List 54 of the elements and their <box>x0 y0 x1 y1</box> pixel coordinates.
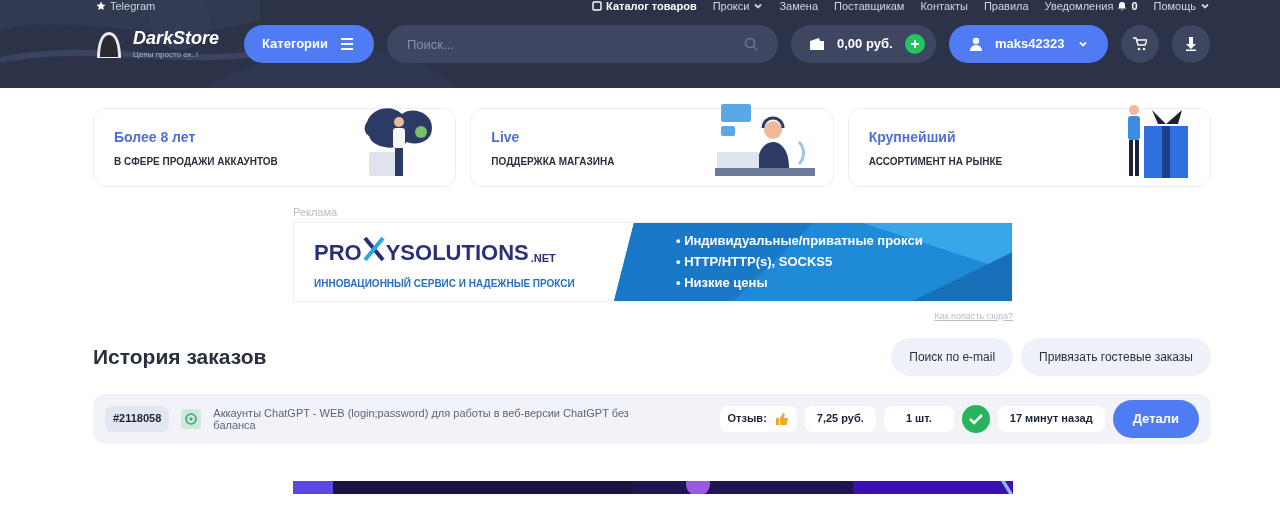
logo-tagline: Цены просто ох..! <box>133 51 200 59</box>
ad-bullet: • HTTP/HTTP(s), SOCKS5 <box>676 253 834 271</box>
openai-logo-icon <box>181 408 202 429</box>
nav-link[interactable]: Поставщикам <box>834 0 905 15</box>
ad-bullet: • Низкие цены <box>676 274 769 292</box>
ad-slogan: ИННОВАЦИОННЫЙ СЕРВИС И НАДЕЖНЫЕ ПРОКСИ <box>314 276 576 291</box>
search-icon <box>744 37 758 51</box>
review-badge[interactable]: Отзыв: <box>719 405 797 432</box>
menu-icon <box>340 38 355 50</box>
star-icon <box>96 1 106 11</box>
order-quantity: 1 шт. <box>883 405 954 432</box>
nav-link[interactable]: Уведомления 0 <box>1044 0 1138 15</box>
feature-subtitle: ПОДДЕРЖКА МАГАЗИНА <box>491 154 615 169</box>
ad-brand: PRO YSOLUTIONS.NET <box>314 233 556 264</box>
header-action-button[interactable]: Поиск по e-mail <box>891 337 1014 376</box>
user-icon <box>969 37 983 51</box>
chevron-down-icon <box>753 1 764 11</box>
ad-label: Реклама <box>293 207 339 218</box>
nav-link[interactable]: Каталог товаров <box>592 0 697 15</box>
feature-subtitle: АССОРТИМЕНТ НА РЫНКЕ <box>868 154 1003 169</box>
balance-widget[interactable]: 0,00 руб. <box>791 25 936 63</box>
chevron-down-icon <box>1200 1 1210 11</box>
order-id: #2118058 <box>105 405 170 432</box>
cart-icon <box>1133 37 1147 51</box>
ad-banner[interactable]: PRO YSOLUTIONS.NET ИННОВАЦИОННЫЙ СЕРВИС И НАДЕЖНЫЕ ПРОКСИ • Индивидуальные/приватные прокси • HTTP/HTTP(s), SOCKS5 • Низкие цены <box>293 222 1013 302</box>
thumbs-up-icon <box>774 411 789 426</box>
details-button[interactable]: Детали <box>1112 399 1199 438</box>
order-time: 17 минут назад <box>997 405 1105 432</box>
ad-bullet: • Индивидуальные/приватные прокси <box>676 232 924 250</box>
product-name: Аккаунты ChatGPT - WEB (login;password) для работы в веб-версии ChatGPT без баланса <box>213 406 630 431</box>
feature-title: Крупнейший <box>868 127 957 147</box>
feature-subtitle: В СФЕРЕ ПРОДАЖИ АККАУНТОВ <box>114 154 278 169</box>
nav-link[interactable]: Помощь <box>1153 0 1210 15</box>
header-action-button[interactable]: Привязать гостевые заказы <box>1021 337 1211 376</box>
top-up-button[interactable] <box>904 34 925 54</box>
nav-link[interactable]: Контакты <box>920 0 968 15</box>
logo-title: DarkStore <box>133 29 220 47</box>
user-menu-button[interactable]: maks42323 <box>949 25 1108 63</box>
feature-title: Более 8 лет <box>114 127 197 147</box>
order-price: 7,25 руб. <box>804 405 876 432</box>
categories-button[interactable]: Категории <box>244 25 374 63</box>
plus-icon <box>909 39 920 49</box>
feature-title: Live <box>491 127 521 147</box>
nav-link[interactable]: Прокси <box>712 0 764 15</box>
bell-icon <box>1117 1 1128 11</box>
nav-link[interactable]: Замена <box>779 0 819 15</box>
chevron-down-icon <box>1078 39 1088 49</box>
download-icon <box>1185 37 1197 51</box>
grid-icon <box>592 1 603 11</box>
telegram-link[interactable]: Telegram <box>96 0 156 15</box>
nav-link[interactable]: Правила <box>983 0 1029 15</box>
page-title: История заказов <box>93 343 267 370</box>
search-field[interactable]: Поиск... <box>387 25 778 63</box>
balance-amount: 0,00 руб. <box>837 35 893 54</box>
